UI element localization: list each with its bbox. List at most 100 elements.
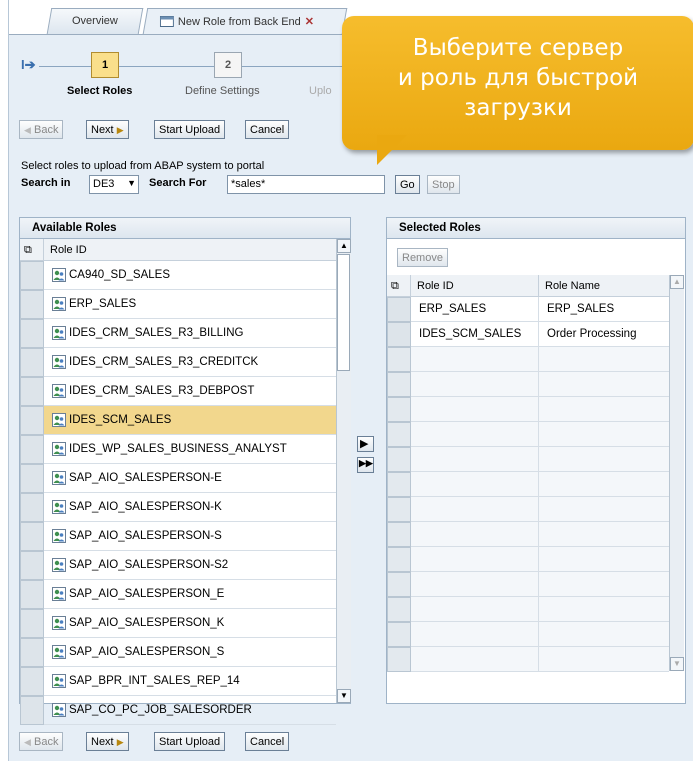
- roadmap-step-2[interactable]: 2: [214, 52, 242, 78]
- role-id-column-header[interactable]: Role ID: [44, 239, 336, 260]
- add-selected-button[interactable]: ▶: [357, 436, 374, 452]
- close-tab-icon[interactable]: ✕: [305, 15, 314, 28]
- row-selector[interactable]: [20, 696, 44, 725]
- row-selector[interactable]: [20, 493, 44, 522]
- bottom-back-button[interactable]: ◀ Back: [19, 732, 64, 751]
- start-upload-button[interactable]: Start Upload: [154, 120, 226, 139]
- selected-role-id-cell[interactable]: ERP_SALES: [411, 297, 539, 322]
- scroll-thumb[interactable]: [337, 254, 350, 371]
- row-selector[interactable]: [20, 464, 44, 493]
- selected-role-name-header[interactable]: Role Name: [539, 275, 669, 296]
- table-row[interactable]: SAP_AIO_SALESPERSON-E: [44, 464, 336, 493]
- selected-role-name-cell[interactable]: Order Processing: [539, 322, 669, 347]
- table-row[interactable]: IDES_WP_SALES_BUSINESS_ANALYST: [44, 435, 336, 464]
- bottom-next-button[interactable]: Next ▶: [86, 732, 129, 751]
- tab-overview[interactable]: Overview: [46, 8, 144, 34]
- role-id: SAP_AIO_SALESPERSON-S: [69, 530, 222, 543]
- tab-new-role-label: New Role from Back End: [177, 15, 301, 28]
- table-row[interactable]: IDES_SCM_SALES: [44, 406, 336, 435]
- selected-role-id-cell: [411, 372, 539, 397]
- role-icon: [52, 355, 66, 369]
- column-settings-icon[interactable]: ⧉: [387, 275, 411, 296]
- row-selector[interactable]: [387, 647, 411, 672]
- row-selector[interactable]: [387, 347, 411, 372]
- row-selector[interactable]: [387, 322, 411, 347]
- row-selector[interactable]: [20, 290, 44, 319]
- selected-role-id-cell[interactable]: IDES_SCM_SALES: [411, 322, 539, 347]
- search-in-label: Search in: [21, 177, 71, 189]
- remove-button[interactable]: Remove: [397, 248, 448, 267]
- row-selector[interactable]: [387, 422, 411, 447]
- scroll-up-icon[interactable]: ▲: [670, 275, 684, 289]
- tab-new-role[interactable]: New Role from Back End ✕: [142, 8, 348, 34]
- selected-role-id-header[interactable]: Role ID: [411, 275, 539, 296]
- row-selector[interactable]: [387, 472, 411, 497]
- row-selector[interactable]: [387, 522, 411, 547]
- table-row[interactable]: SAP_AIO_SALESPERSON_K: [44, 609, 336, 638]
- row-selector[interactable]: [20, 522, 44, 551]
- column-settings-icon[interactable]: ⧉: [20, 239, 44, 260]
- scroll-up-icon[interactable]: ▲: [337, 239, 351, 253]
- row-selector[interactable]: [387, 597, 411, 622]
- table-row[interactable]: SAP_AIO_SALESPERSON_S: [44, 638, 336, 667]
- roadmap-step-1[interactable]: 1: [91, 52, 119, 78]
- row-selector[interactable]: [387, 397, 411, 422]
- row-selector[interactable]: [387, 547, 411, 572]
- arrow-right-icon: ▶: [360, 438, 369, 450]
- row-selector[interactable]: [20, 348, 44, 377]
- row-selector[interactable]: [20, 551, 44, 580]
- selected-roles-scrollbar[interactable]: ▲ ▼: [669, 275, 684, 671]
- row-selector[interactable]: [20, 638, 44, 667]
- role-id: CA940_SD_SALES: [69, 269, 171, 282]
- selected-role-name-cell[interactable]: ERP_SALES: [539, 297, 669, 322]
- table-row[interactable]: IDES_CRM_SALES_R3_CREDITCK: [44, 348, 336, 377]
- row-selector[interactable]: [387, 297, 411, 322]
- table-row[interactable]: SAP_AIO_SALESPERSON-S: [44, 522, 336, 551]
- bottom-start-upload-button[interactable]: Start Upload: [154, 732, 226, 751]
- system-select[interactable]: DE3 ▼: [89, 175, 139, 194]
- table-row[interactable]: SAP_BPR_INT_SALES_REP_14: [44, 667, 336, 696]
- row-selector[interactable]: [20, 667, 44, 696]
- row-selector[interactable]: [20, 406, 44, 435]
- back-button[interactable]: ◀ Back: [19, 120, 64, 139]
- add-all-button[interactable]: ▶▶: [357, 457, 374, 473]
- row-selector[interactable]: [387, 497, 411, 522]
- table-row[interactable]: SAP_AIO_SALESPERSON_E: [44, 580, 336, 609]
- bottom-cancel-button[interactable]: Cancel: [245, 732, 290, 751]
- selected-role-name-cell: [539, 347, 669, 372]
- row-selector[interactable]: [20, 580, 44, 609]
- step-1-number: 1: [101, 59, 109, 71]
- search-input[interactable]: *sales*: [227, 175, 385, 194]
- stop-button[interactable]: Stop: [427, 175, 460, 194]
- row-selector[interactable]: [20, 609, 44, 638]
- row-selector[interactable]: [20, 261, 44, 290]
- row-selector[interactable]: [20, 435, 44, 464]
- selected-role-name-cell: [539, 647, 669, 672]
- table-row[interactable]: CA940_SD_SALES: [44, 261, 336, 290]
- row-selector[interactable]: [20, 377, 44, 406]
- available-roles-scrollbar[interactable]: ▲ ▼: [336, 239, 351, 703]
- table-row[interactable]: SAP_CO_PC_JOB_SALESORDER: [44, 696, 336, 725]
- system-select-value: DE3: [93, 178, 115, 190]
- go-button[interactable]: Go: [395, 175, 420, 194]
- scroll-down-icon[interactable]: ▼: [337, 689, 351, 703]
- table-row[interactable]: SAP_AIO_SALESPERSON-S2: [44, 551, 336, 580]
- row-selector[interactable]: [387, 572, 411, 597]
- role-icon: [52, 674, 66, 688]
- row-selector[interactable]: [387, 372, 411, 397]
- selected-role-name-cell: [539, 372, 669, 397]
- table-row[interactable]: IDES_CRM_SALES_R3_DEBPOST: [44, 377, 336, 406]
- role-icon: [52, 297, 66, 311]
- table-row[interactable]: IDES_CRM_SALES_R3_BILLING: [44, 319, 336, 348]
- selected-roles-title: Selected Roles: [387, 218, 685, 239]
- row-selector[interactable]: [387, 622, 411, 647]
- table-row[interactable]: ERP_SALES: [44, 290, 336, 319]
- role-icon: [52, 529, 66, 543]
- table-row[interactable]: SAP_AIO_SALESPERSON-K: [44, 493, 336, 522]
- app-window: Overview New Role from Back End ✕ I➔ 1 2…: [8, 0, 693, 761]
- row-selector[interactable]: [20, 319, 44, 348]
- scroll-down-icon[interactable]: ▼: [670, 657, 684, 671]
- next-button[interactable]: Next ▶: [86, 120, 129, 139]
- cancel-button[interactable]: Cancel: [245, 120, 290, 139]
- row-selector[interactable]: [387, 447, 411, 472]
